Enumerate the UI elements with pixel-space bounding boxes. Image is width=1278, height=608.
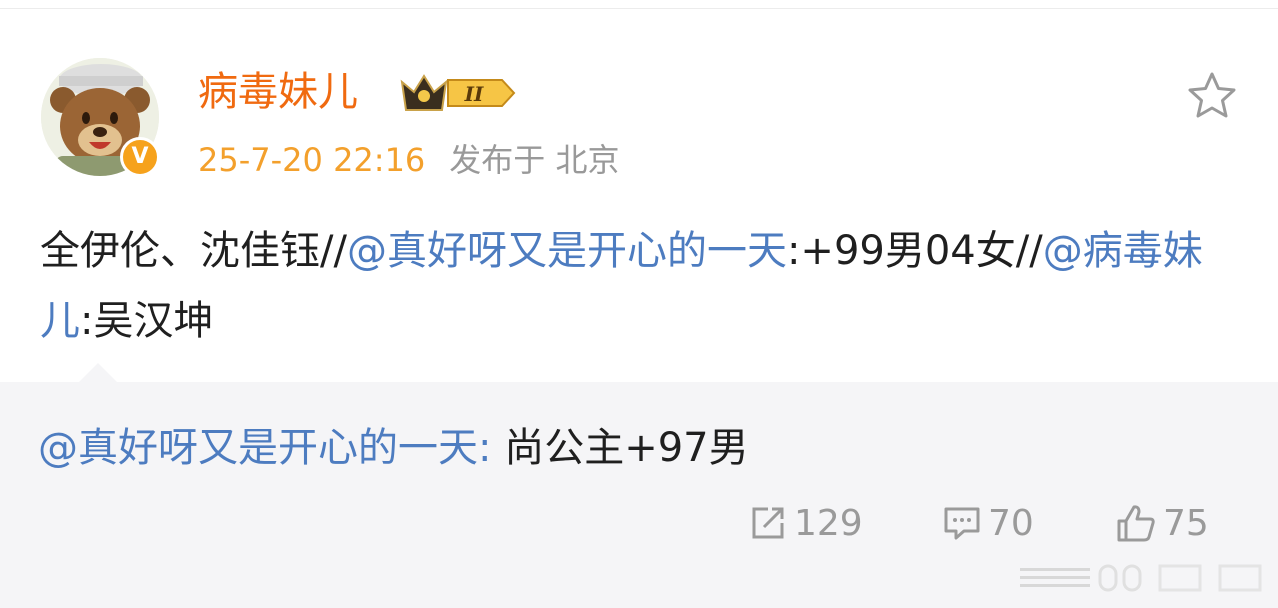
post-text: 全伊伦、沈佳钰//@真好呀又是开心的一天:+99男04女//@病毒妹儿:吴汉坤 [40,216,1250,356]
post-text-part: :+99男04女// [786,228,1043,274]
repost-count: 129 [794,502,863,544]
comment-count: 70 [988,502,1034,544]
verified-badge-icon: V [120,137,160,177]
username[interactable]: 病毒妹儿 [198,64,358,120]
repost-text: @真好呀又是开心的一天: 尚公主+97男 [38,420,749,476]
post-source: 发布于 北京 [449,141,620,179]
crown-level-badge-icon: II [400,74,516,111]
repost-mention-link[interactable]: @真好呀又是开心的一天: [38,425,491,471]
share-arrow-icon [752,507,784,539]
repost-content: 尚公主+97男 [491,425,749,471]
comment-button[interactable]: 70 [942,498,1034,548]
like-count: 75 [1163,502,1209,544]
star-outline-icon[interactable] [1186,70,1238,120]
repost-caret [78,363,118,383]
watermark-logo [1020,564,1262,592]
post-meta: 25-7-20 22:16 发布于 北京 [198,138,619,182]
mention-link[interactable]: @真好呀又是开心的一天 [347,228,787,274]
comment-bubble-icon [944,507,980,540]
top-divider [0,8,1278,9]
repost-button[interactable]: 129 [748,498,863,548]
level-badge-text: II [464,82,484,106]
like-button[interactable]: 75 [1115,498,1209,548]
post-text-part: 全伊伦、沈佳钰// [40,228,347,274]
post-time: 25-7-20 22:16 [198,141,426,179]
post-text-part: :吴汉坤 [80,298,214,344]
thumbs-up-icon [1117,505,1155,542]
